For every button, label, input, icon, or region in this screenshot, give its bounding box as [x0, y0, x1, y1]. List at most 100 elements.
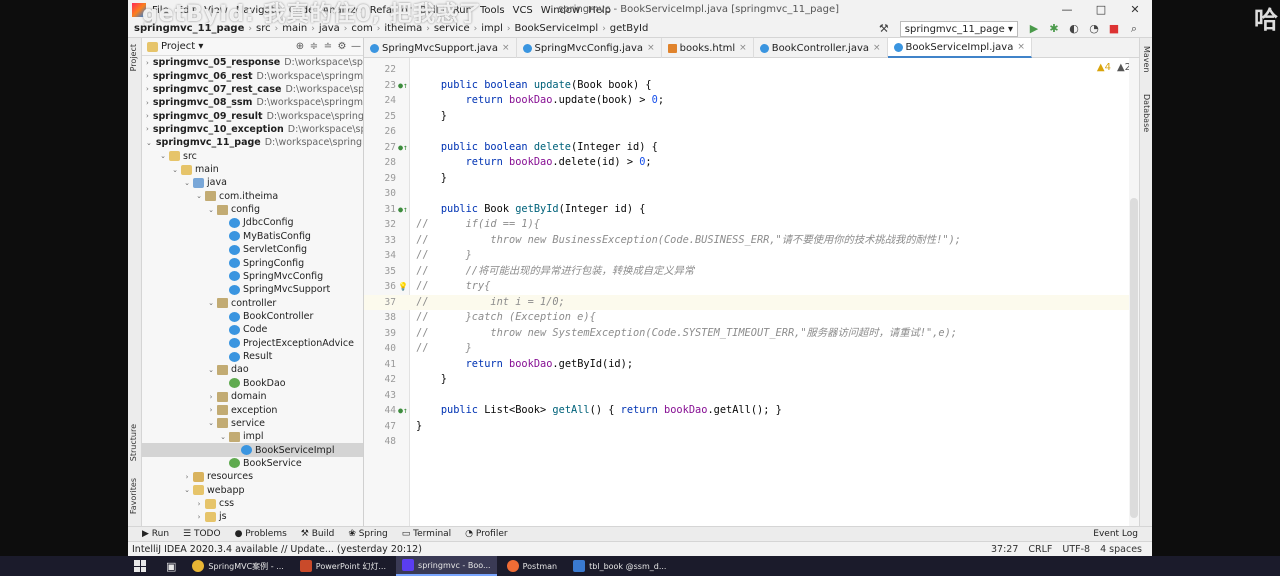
breadcrumb-item[interactable]: com — [351, 23, 372, 34]
expand-all-icon[interactable]: ≑ — [307, 41, 321, 52]
project-tool-button[interactable]: Project — [129, 44, 138, 71]
tool-window-button[interactable]: ▭ Terminal — [402, 529, 451, 539]
breadcrumb-item[interactable]: itheima — [384, 23, 422, 34]
tool-window-button[interactable]: ❀ Spring — [348, 529, 387, 539]
tree-item[interactable]: › css — [142, 497, 363, 510]
tree-item[interactable]: JdbcConfig — [142, 216, 363, 229]
tree-item[interactable]: SpringConfig — [142, 256, 363, 269]
expand-arrow-icon[interactable]: › — [146, 112, 149, 120]
close-icon[interactable]: × — [502, 43, 510, 53]
expand-arrow-icon[interactable]: ⌄ — [206, 366, 216, 374]
hide-icon[interactable]: — — [349, 41, 363, 52]
code-line[interactable]: 44 ●↑ public List<Book> getAll() { return… — [364, 403, 1139, 419]
close-icon[interactable]: × — [647, 43, 655, 53]
menu-item-analyze[interactable]: Analyze — [322, 5, 361, 16]
breadcrumb-item[interactable]: impl — [481, 23, 503, 34]
code-line[interactable]: 47} — [364, 419, 1139, 435]
code-line[interactable]: 28 return bookDao.delete(id) > 0; — [364, 155, 1139, 171]
tree-item[interactable]: ›springmvc_08_ssmD:\workspace\springmvc\… — [142, 96, 363, 109]
maven-tool-button[interactable]: Maven — [1142, 46, 1151, 73]
tool-window-button[interactable]: ⚒ Build — [301, 529, 335, 539]
expand-arrow-icon[interactable]: › — [146, 59, 149, 67]
menu-item-tools[interactable]: Tools — [480, 5, 505, 16]
tree-item[interactable]: ⌄ java — [142, 176, 363, 189]
tool-window-button[interactable]: ◔ Profiler — [465, 529, 507, 539]
code-line[interactable]: 31 ●↑ public Book getById(Integer id) { — [364, 202, 1139, 218]
expand-arrow-icon[interactable]: › — [146, 99, 149, 107]
tree-item[interactable]: › domain — [142, 390, 363, 403]
profile-icon[interactable]: ◔ — [1086, 21, 1102, 37]
expand-arrow-icon[interactable]: › — [182, 473, 192, 481]
code-line[interactable]: 37// int i = 1/0; — [364, 294, 1139, 310]
code-line[interactable]: 29 } — [364, 171, 1139, 187]
editor-tab[interactable]: SpringMvcConfig.java × — [517, 38, 662, 58]
code-line[interactable]: 33// throw new BusinessException(Code.BU… — [364, 233, 1139, 249]
tree-item[interactable]: › resources — [142, 470, 363, 483]
code-line[interactable]: 35// //将可能出现的异常进行包装，转换成自定义异常 — [364, 264, 1139, 280]
breadcrumb-item[interactable]: src — [256, 23, 271, 34]
expand-arrow-icon[interactable]: ⌄ — [182, 486, 192, 494]
caret-position[interactable]: 37:27 — [991, 544, 1018, 555]
tree-item[interactable]: ServletConfig — [142, 243, 363, 256]
tree-item[interactable]: BookServiceImpl — [142, 443, 363, 457]
gear-icon[interactable]: ⚙ — [335, 41, 349, 52]
close-icon[interactable]: × — [739, 43, 747, 53]
code-line[interactable]: 23 ●↑ public boolean update(Book book) { — [364, 78, 1139, 94]
line-separator[interactable]: CRLF — [1028, 544, 1052, 555]
windows-start-icon[interactable] — [134, 560, 146, 572]
maximize-button[interactable]: □ — [1084, 0, 1118, 20]
expand-arrow-icon[interactable]: ⌄ — [206, 299, 216, 307]
tree-item[interactable]: ⌄ com.itheima — [142, 190, 363, 203]
favorites-tool-button[interactable]: Favorites — [129, 478, 138, 514]
database-tool-button[interactable]: Database — [1142, 94, 1151, 132]
menu-item-vcs[interactable]: VCS — [513, 5, 533, 16]
tool-window-button[interactable]: ▶ Run — [142, 529, 169, 539]
implements-marker-icon[interactable]: ●↑ — [398, 403, 408, 419]
tree-item[interactable]: Code — [142, 323, 363, 336]
tree-item[interactable]: ›springmvc_06_restD:\workspace\springmvc… — [142, 69, 363, 82]
breadcrumb-item[interactable]: java — [319, 23, 340, 34]
tool-window-button[interactable]: ● Problems — [235, 529, 287, 539]
inspection-indicator[interactable]: ▲4 ▲2 — [1091, 62, 1131, 73]
expand-arrow-icon[interactable]: › — [206, 393, 216, 401]
scrollbar-thumb[interactable] — [1130, 198, 1138, 518]
code-line[interactable]: 42 } — [364, 372, 1139, 388]
expand-arrow-icon[interactable]: ⌄ — [206, 206, 216, 214]
expand-arrow-icon[interactable]: › — [206, 406, 216, 414]
expand-arrow-icon[interactable]: ⌄ — [218, 433, 228, 441]
menu-item-refactor[interactable]: Refactor — [370, 5, 412, 16]
breadcrumb-item[interactable]: BookServiceImpl — [515, 23, 599, 34]
tree-item[interactable]: ⌄ config — [142, 203, 363, 216]
code-line[interactable]: 41 return bookDao.getById(id); — [364, 357, 1139, 373]
code-line[interactable]: 38// }catch (Exception e){ — [364, 310, 1139, 326]
task-view-icon[interactable]: ▣ — [160, 556, 182, 576]
breadcrumb-item[interactable]: main — [282, 23, 307, 34]
stop-icon[interactable]: ■ — [1106, 21, 1122, 37]
close-button[interactable]: ✕ — [1118, 0, 1152, 20]
editor-tab[interactable]: BookController.java × — [754, 38, 888, 58]
taskbar-app[interactable]: SpringMVC案例 - ... — [186, 556, 289, 576]
code-editor[interactable]: 22 23 ●↑ public boolean update(Book book) … — [364, 58, 1139, 526]
tree-item[interactable]: ⌄springmvc_11_pageD:\workspace\springmvc… — [142, 136, 363, 149]
expand-arrow-icon[interactable]: › — [146, 72, 149, 80]
editor-tab[interactable]: BookServiceImpl.java × — [887, 38, 1032, 58]
code-line[interactable]: 40// } — [364, 341, 1139, 357]
tree-item[interactable]: ›springmvc_09_resultD:\workspace\springm… — [142, 109, 363, 122]
tree-item[interactable]: ⌄ impl — [142, 430, 363, 443]
code-line[interactable]: 26 — [364, 124, 1139, 140]
coverage-icon[interactable]: ◐ — [1066, 21, 1082, 37]
event-log-button[interactable]: Event Log — [1093, 529, 1138, 539]
menu-item-run[interactable]: Run — [453, 5, 472, 16]
tool-window-button[interactable]: ☰ TODO — [183, 529, 221, 539]
breadcrumb-item[interactable]: springmvc_11_page — [134, 23, 244, 34]
indent-setting[interactable]: 4 spaces — [1100, 544, 1142, 555]
menu-item-view[interactable]: View — [204, 5, 228, 16]
tree-item[interactable]: › exception — [142, 403, 363, 416]
tree-item[interactable]: BookDao — [142, 377, 363, 390]
implements-marker-icon[interactable]: ●↑ — [398, 78, 408, 94]
tree-item[interactable]: SpringMvcConfig — [142, 270, 363, 283]
hammer-icon[interactable]: ⚒ — [876, 21, 892, 37]
breadcrumb-item[interactable]: service — [434, 23, 470, 34]
locate-icon[interactable]: ⊕ — [293, 41, 307, 52]
tree-item[interactable]: ProjectExceptionAdvice — [142, 337, 363, 350]
